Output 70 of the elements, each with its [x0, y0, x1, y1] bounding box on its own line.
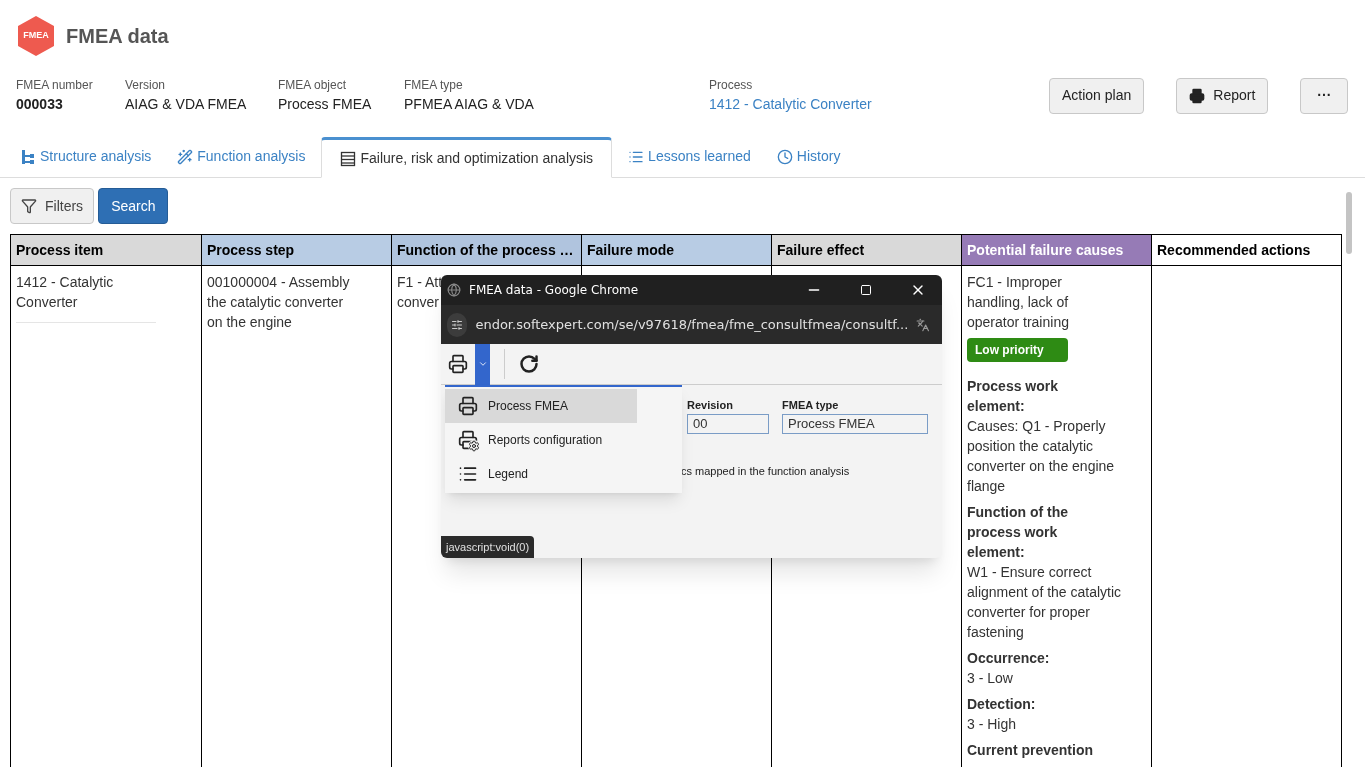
column-header: Function of the process …: [391, 235, 581, 265]
column-header: Failure mode: [581, 235, 771, 265]
detail-label: Current prevention: [967, 741, 1093, 760]
field-label: FMEA type: [404, 77, 464, 94]
field-value: AIAG & VDA FMEA: [125, 95, 247, 114]
tab[interactable]: Lessons learned: [618, 136, 761, 177]
field-label: FMEA type: [782, 398, 840, 413]
menu-item[interactable]: Legend: [445, 457, 637, 491]
printer-icon: [448, 354, 468, 374]
printer-icon: [1189, 87, 1206, 104]
table-cell: 1412 - Catalytic Converter: [16, 272, 156, 323]
column-header: Failure effect: [771, 235, 961, 265]
table-icon: [340, 150, 357, 167]
tab[interactable]: Failure, risk and optimization analysis: [321, 137, 613, 178]
detail-label: Function of the process work element:: [967, 503, 1070, 562]
field-value: PFMEA AIAG & VDA: [404, 95, 534, 114]
refresh-icon[interactable]: [519, 354, 539, 374]
detail-value: 3 - High: [967, 715, 1018, 734]
caret-icon: [477, 359, 488, 369]
maximize-icon[interactable]: [860, 284, 872, 296]
magic-wand-icon: [177, 148, 194, 165]
action-plan-button[interactable]: Action plan: [1049, 77, 1145, 114]
tab[interactable]: History: [766, 136, 851, 177]
status-tooltip: javascript:void(0): [441, 536, 535, 558]
window-title: FMEA data - Google Chrome: [469, 282, 640, 299]
detail-value: W1 - Ensure correct alignment of the catalytic converter for proper fastening: [967, 563, 1123, 642]
detail-label: Occurrence:: [967, 649, 1051, 668]
hierarchy-icon: [20, 148, 36, 165]
field-label: Revision: [687, 398, 734, 413]
tab[interactable]: Structure analysis: [10, 136, 162, 177]
process-link[interactable]: 1412 - Catalytic Converter: [709, 94, 872, 115]
fmea-logo: FMEA: [18, 16, 54, 56]
table-cell-text: conver: [397, 293, 440, 312]
column-header: Potential failure causes: [961, 235, 1151, 265]
printer-gear-icon: [458, 430, 478, 450]
clock-icon: [776, 148, 793, 165]
detail-value: Causes: Q1 - Properly position the catalytic converter on the engine flange: [967, 417, 1116, 496]
more-button[interactable]: ···: [1300, 77, 1349, 114]
dropdown-toggle[interactable]: [475, 343, 490, 385]
menu-item[interactable]: Reports configuration: [445, 423, 637, 457]
field-label: FMEA number: [16, 77, 94, 94]
field-value: 000033: [16, 95, 64, 114]
search-button[interactable]: Search: [98, 188, 169, 224]
site-settings-icon[interactable]: [447, 312, 468, 337]
revision-field: 00: [687, 413, 769, 434]
field-label: FMEA object: [278, 77, 348, 94]
field-value: Process FMEA: [278, 95, 372, 114]
filter-icon: [21, 198, 37, 214]
description-text: cs mapped in the function analysis: [681, 464, 850, 479]
filters-button[interactable]: Filters: [10, 188, 95, 224]
tab[interactable]: Function analysis: [167, 136, 316, 177]
detail-label: Detection:: [967, 695, 1037, 714]
menu-item[interactable]: Process FMEA: [445, 389, 637, 423]
report-button[interactable]: Report: [1176, 77, 1269, 114]
failure-cause-text: FC1 - Improper handling, lack of operator training: [967, 273, 1070, 332]
priority-badge: Low priority: [967, 338, 1068, 362]
translate-icon[interactable]: [916, 316, 930, 333]
detail-label: Process work element:: [967, 377, 1060, 416]
field-label: Version: [125, 77, 167, 94]
detail-value: 3 - Low: [967, 669, 1014, 688]
table-cell-text: 001000004 - Assembly the catalytic converter on the engine: [207, 273, 351, 332]
legend-icon: [458, 464, 478, 484]
fmea-type-field: Process FMEA: [782, 413, 928, 434]
globe-icon: [447, 283, 461, 297]
column-header: Process item: [11, 235, 201, 265]
scrollbar-thumb: [1346, 192, 1352, 254]
printer-icon: [458, 396, 478, 416]
field-label: Process: [709, 77, 754, 94]
column-header: Process step: [201, 235, 391, 265]
page-title: FMEA data: [66, 24, 169, 49]
